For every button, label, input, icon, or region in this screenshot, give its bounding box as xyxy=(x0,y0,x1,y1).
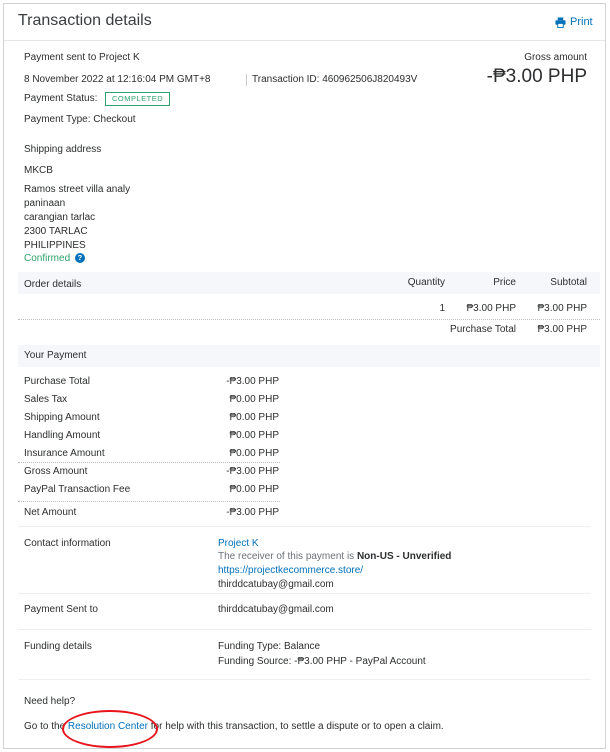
payment-row-label: Purchase Total xyxy=(24,376,90,387)
shipping-name: MKCB xyxy=(24,165,53,176)
payment-row-label: Insurance Amount xyxy=(24,448,105,459)
payment-row-value: -₱3.00 PHP xyxy=(226,507,279,518)
help-heading: Need help? xyxy=(24,696,76,707)
payment-status-label: Payment Status: xyxy=(24,93,98,104)
payment-row-label: Shipping Amount xyxy=(24,412,100,423)
shipping-line: 2300 TARLAC xyxy=(24,226,88,237)
your-payment-header xyxy=(18,345,600,367)
divider xyxy=(246,74,247,86)
transaction-panel: Transaction details Print Payment sent t… xyxy=(3,3,606,749)
status-badge: COMPLETED xyxy=(105,92,171,106)
col-subtotal: Subtotal xyxy=(550,277,587,288)
sent-to-email: thirddcatubay@gmail.com xyxy=(218,604,334,615)
payment-row-value: -₱3.00 PHP xyxy=(226,466,279,477)
order-details-heading: Order details xyxy=(24,279,82,290)
confirmed-label: Confirmed xyxy=(24,253,71,264)
col-price: Price xyxy=(493,277,516,288)
divider xyxy=(18,593,591,594)
divider xyxy=(18,319,600,320)
funding-heading: Funding details xyxy=(24,641,92,652)
item-price: ₱3.00 PHP xyxy=(466,303,516,314)
address-confirmed: Confirmed ? xyxy=(24,253,85,264)
payment-row-value: ₱0.00 PHP xyxy=(229,394,279,405)
shipping-line: carangian tarlac xyxy=(24,212,96,223)
funding-source: Funding Source: -₱3.00 PHP - PayPal Acco… xyxy=(218,656,426,667)
question-circle-icon[interactable]: ? xyxy=(74,253,85,264)
merchant-name-link[interactable]: Project K xyxy=(218,538,259,549)
divider xyxy=(18,526,591,527)
item-subtotal: ₱3.00 PHP xyxy=(537,303,587,314)
payment-row-label: Gross Amount xyxy=(24,466,88,477)
shipping-heading: Shipping address xyxy=(24,144,102,155)
payment-row-value: ₱0.00 PHP xyxy=(229,448,279,459)
payment-row-value: ₱0.00 PHP xyxy=(229,484,279,495)
payment-row-label: Handling Amount xyxy=(24,430,101,441)
purchase-total-label: Purchase Total xyxy=(450,324,516,335)
annotation-circle xyxy=(62,710,158,748)
divider xyxy=(18,679,591,680)
sent-to-heading: Payment Sent to xyxy=(24,604,98,615)
help-prefix: Go to the xyxy=(24,721,66,732)
help-suffix: for help with this transaction, to settl… xyxy=(150,721,444,732)
merchant-website-link[interactable]: https://projectkecommerce.store/ xyxy=(218,565,363,576)
receiver-status-value: Non-US - Unverified xyxy=(356,551,452,562)
funding-type: Funding Type: Balance xyxy=(218,641,321,652)
shipping-line: paninaan xyxy=(24,198,66,209)
your-payment-heading: Your Payment xyxy=(24,350,87,361)
item-quantity: 1 xyxy=(439,303,445,314)
transaction-datetime: 8 November 2022 at 12:16:04 PM GMT+8 xyxy=(24,74,211,85)
payment-recipient: Payment sent to Project K xyxy=(24,52,140,63)
payment-row-label: Net Amount xyxy=(24,507,77,518)
payment-row-value: ₱0.00 PHP xyxy=(229,412,279,423)
print-label: Print xyxy=(570,16,593,28)
shipping-line: PHILIPPINES xyxy=(24,240,86,251)
purchase-total-value: ₱3.00 PHP xyxy=(537,324,587,335)
divider xyxy=(18,629,591,630)
contact-heading: Contact information xyxy=(24,538,111,549)
divider xyxy=(18,501,280,502)
payment-row-label: Sales Tax xyxy=(24,394,68,405)
payment-type: Payment Type: Checkout xyxy=(24,114,136,125)
transaction-id: Transaction ID: 460962506J820493V xyxy=(252,74,418,85)
payment-row-label: PayPal Transaction Fee xyxy=(24,484,131,495)
page-title: Transaction details xyxy=(18,12,152,29)
printer-icon xyxy=(555,16,566,28)
divider xyxy=(18,462,280,463)
gross-amount-label: Gross amount xyxy=(524,52,587,63)
receiver-status: The receiver of this payment is Non-US -… xyxy=(218,551,451,562)
shipping-line: Ramos street villa analy xyxy=(24,184,131,195)
receiver-status-prefix: The receiver of this payment is xyxy=(218,551,355,562)
gross-amount-value: -₱3.00 PHP xyxy=(486,66,587,87)
payment-row-value: -₱3.00 PHP xyxy=(226,376,279,387)
print-button[interactable]: Print xyxy=(555,16,593,28)
payment-row-value: ₱0.00 PHP xyxy=(229,430,279,441)
panel-header: Transaction details Print xyxy=(4,4,605,41)
merchant-email: thirddcatubay@gmail.com xyxy=(218,579,334,590)
col-quantity: Quantity xyxy=(407,277,445,288)
